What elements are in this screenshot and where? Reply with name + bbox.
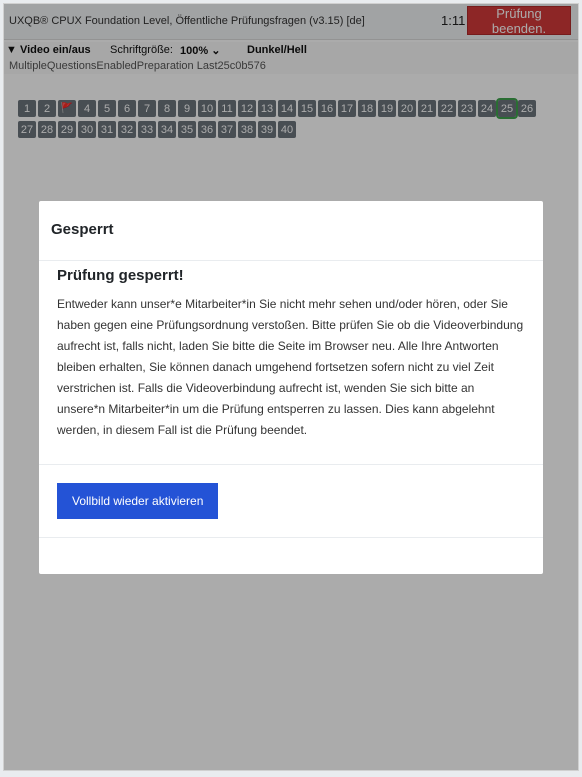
exam-window: UXQB® CPUX Foundation Level, Öffentliche… [3, 3, 579, 771]
dialog-title: Gesperrt [51, 221, 114, 238]
reactivate-fullscreen-button[interactable]: Vollbild wieder aktivieren [57, 483, 219, 519]
dialog-header: Gesperrt [39, 201, 543, 261]
dialog-body: Prüfung gesperrt! Entweder kann unser*e … [39, 261, 543, 465]
locked-dialog: Gesperrt Prüfung gesperrt! Entweder kann… [39, 201, 543, 574]
dialog-message: Entweder kann unser*e Mitarbeiter*in Sie… [57, 297, 524, 437]
dialog-footer: Vollbild wieder aktivieren [39, 465, 543, 538]
dialog-heading: Prüfung gesperrt! [57, 267, 184, 284]
